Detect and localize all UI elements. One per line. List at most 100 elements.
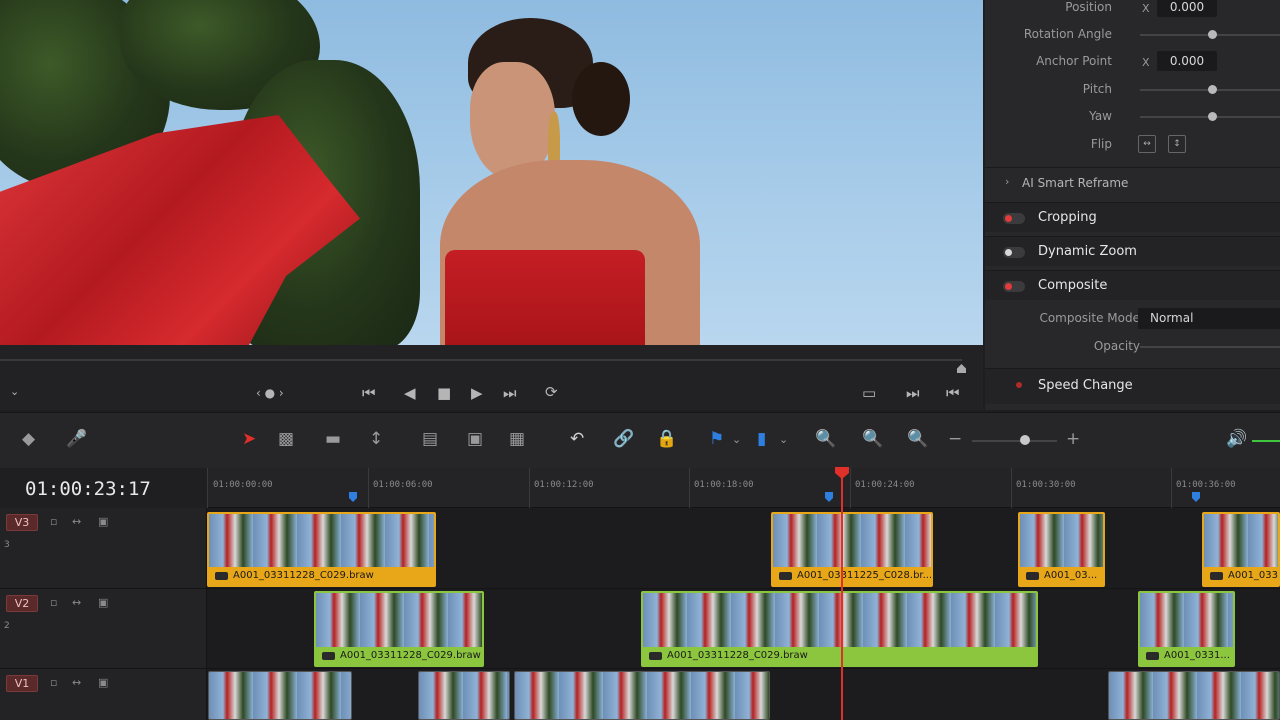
track-header: V1 ▫ ↔ ▣: [0, 669, 207, 720]
timeline-marker[interactable]: [825, 492, 833, 502]
playhead[interactable]: [841, 470, 843, 720]
clip-name: A001_0331...: [1204, 567, 1278, 585]
dynamic-zoom-toggle[interactable]: [1003, 247, 1025, 258]
lock-icon[interactable]: 🔒: [656, 429, 677, 449]
position-x-field[interactable]: 0.000: [1157, 0, 1217, 17]
chevron-down-icon[interactable]: ⌄: [732, 433, 741, 446]
pitch-slider[interactable]: [1140, 85, 1280, 94]
track-name[interactable]: V2: [6, 595, 38, 612]
composite-section[interactable]: Composite: [985, 270, 1280, 300]
track-visibility-icon[interactable]: ▣: [98, 676, 108, 689]
timecode: 01:00:23:17: [25, 478, 151, 500]
speed-change-section[interactable]: Speed Change: [985, 368, 1280, 404]
rotation-slider[interactable]: [1140, 30, 1280, 39]
scrubber-track[interactable]: [0, 359, 962, 361]
match-frame-icon[interactable]: ▭: [862, 384, 876, 402]
play-reverse-icon[interactable]: ◀: [404, 384, 416, 402]
auto-select-icon[interactable]: ↔: [72, 515, 81, 528]
blade-tool-icon[interactable]: ↕: [369, 429, 383, 449]
replace-clip-icon[interactable]: ▦: [509, 429, 525, 449]
zoom-in-icon[interactable]: +: [1066, 429, 1080, 449]
timeline-ruler[interactable]: 01:00:00:00 01:00:06:00 01:00:12:00 01:0…: [207, 468, 1280, 508]
hair-bun: [572, 62, 630, 136]
clip-thumbnails: [1109, 672, 1279, 719]
timeline-clip[interactable]: A001_03...: [1018, 512, 1105, 587]
timeline-clip[interactable]: A001_03311228_C029.braw: [641, 591, 1038, 667]
timeline-clip[interactable]: [208, 671, 352, 720]
next-edit-icon[interactable]: ⏭: [906, 384, 920, 402]
chevron-down-icon[interactable]: ⌄: [779, 433, 788, 446]
timeline-clip[interactable]: A001_03311228_C029.braw: [314, 591, 484, 667]
timeline-clip[interactable]: A001_0331...: [1202, 512, 1280, 587]
lock-icon[interactable]: ▫: [50, 596, 57, 609]
slider-knob[interactable]: [1208, 112, 1217, 121]
prev-edit-icon[interactable]: ⏮: [946, 384, 960, 402]
track-visibility-icon[interactable]: ▣: [98, 596, 108, 609]
timeline-clip[interactable]: A001_03311228_C029.braw: [207, 512, 436, 587]
track-name[interactable]: V1: [6, 675, 38, 692]
snapping-icon[interactable]: ↶: [570, 429, 584, 449]
trim-tool-icon[interactable]: ▩: [278, 429, 294, 449]
loop-icon[interactable]: ⟳: [545, 383, 558, 401]
flag-icon[interactable]: ⚑: [709, 429, 724, 449]
dynamic-zoom-section[interactable]: Dynamic Zoom: [985, 236, 1280, 266]
zoom-detail-icon[interactable]: 🔍: [862, 429, 883, 449]
timeline-clip[interactable]: [514, 671, 770, 720]
timeline-clip[interactable]: [1108, 671, 1280, 720]
video-viewer[interactable]: [0, 0, 983, 345]
track-name[interactable]: V3: [6, 514, 38, 531]
zoom-custom-icon[interactable]: 🔍: [907, 429, 928, 449]
composite-toggle[interactable]: [1003, 281, 1025, 292]
cropping-label: Cropping: [1038, 210, 1097, 225]
auto-select-icon[interactable]: ↔: [72, 596, 81, 609]
audio-waveform-icon[interactable]: ◆: [22, 429, 35, 449]
skip-end-icon[interactable]: ⏭: [503, 384, 517, 402]
chevron-down-icon[interactable]: ⌄: [10, 385, 19, 398]
overwrite-clip-icon[interactable]: ▣: [467, 429, 483, 449]
selection-arrow-icon[interactable]: ➤: [242, 429, 256, 449]
skip-start-icon[interactable]: ⏮: [362, 384, 376, 402]
timeline-clip[interactable]: A001_0331...: [1138, 591, 1235, 667]
play-icon[interactable]: ▶: [471, 384, 483, 402]
ruler-tick: 01:00:18:00: [694, 480, 754, 490]
timeline-clip[interactable]: [418, 671, 510, 720]
ruler-tick: 01:00:36:00: [1176, 480, 1236, 490]
timeline-clip[interactable]: A001_03311225_C028.br...: [771, 512, 933, 587]
speaker-icon[interactable]: 🔊: [1226, 429, 1247, 449]
zoom-slider-knob[interactable]: [1020, 435, 1030, 445]
composite-mode-value: Normal: [1150, 311, 1194, 325]
microphone-icon[interactable]: 🎤: [66, 429, 87, 449]
link-icon[interactable]: 🔗: [613, 429, 634, 449]
scrubber-end-icon[interactable]: [957, 364, 966, 373]
composite-mode-select[interactable]: Normal: [1138, 308, 1280, 329]
flip-horizontal-icon[interactable]: ↔: [1138, 135, 1156, 153]
clip-thumbnails: [1204, 514, 1278, 567]
anchor-x-field[interactable]: 0.000: [1157, 51, 1217, 71]
lock-icon[interactable]: ▫: [50, 515, 57, 528]
cropping-toggle[interactable]: [1003, 213, 1025, 224]
zoom-slider[interactable]: [972, 440, 1057, 442]
dynamic-trim-icon[interactable]: ▬: [325, 429, 341, 449]
transport-bar: ⌄ ‹ ● › ⏮ ◀ ■ ▶ ⏭ ⟳ ▭ ⏭ ⏮: [0, 345, 983, 410]
anchor-axis: X: [1142, 56, 1150, 69]
flip-vertical-icon[interactable]: ↕: [1168, 135, 1186, 153]
zoom-full-icon[interactable]: 🔍: [815, 429, 836, 449]
red-dress: [445, 250, 645, 345]
auto-select-icon[interactable]: ↔: [72, 676, 81, 689]
timeline-marker[interactable]: [1192, 492, 1200, 502]
track-visibility-icon[interactable]: ▣: [98, 515, 108, 528]
zoom-out-icon[interactable]: −: [948, 429, 962, 449]
marker-icon[interactable]: ▮: [757, 429, 766, 449]
lock-icon[interactable]: ▫: [50, 676, 57, 689]
slider-knob[interactable]: [1208, 85, 1217, 94]
stop-icon[interactable]: ■: [437, 384, 451, 402]
insert-clip-icon[interactable]: ▤: [422, 429, 438, 449]
prev-frame-nav-icon[interactable]: ‹ ● ›: [256, 386, 284, 400]
timeline-marker[interactable]: [349, 492, 357, 502]
yaw-slider[interactable]: [1140, 112, 1280, 121]
cropping-section[interactable]: Cropping: [985, 202, 1280, 232]
volume-meter[interactable]: [1252, 440, 1280, 442]
slider-knob[interactable]: [1208, 30, 1217, 39]
smart-reframe-section[interactable]: › AI Smart Reframe: [985, 167, 1280, 197]
opacity-slider[interactable]: [1140, 346, 1280, 348]
